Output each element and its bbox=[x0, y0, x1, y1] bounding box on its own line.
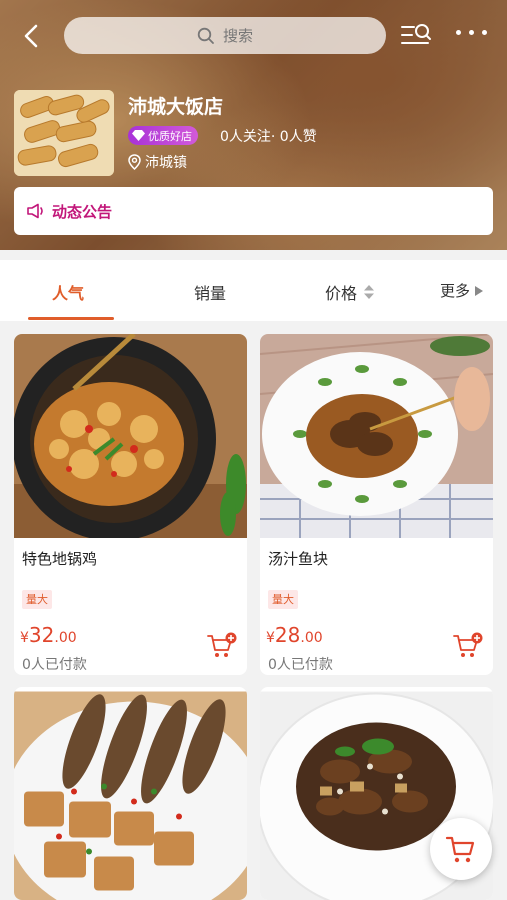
tab-popularity[interactable]: 人气 bbox=[52, 280, 84, 304]
sort-tabs: 人气 销量 价格 更多 bbox=[0, 260, 507, 321]
tab-sales[interactable]: 销量 bbox=[194, 280, 226, 304]
announcement-bar[interactable]: 动态公告 bbox=[14, 187, 493, 235]
top-bar: 搜索 bbox=[0, 16, 507, 56]
price-decimal: .00 bbox=[300, 630, 323, 646]
chevron-left-icon bbox=[24, 24, 38, 48]
product-image-chicken-pot bbox=[14, 334, 247, 538]
price-currency: ¥ bbox=[20, 630, 29, 646]
list-search-icon bbox=[401, 24, 431, 44]
dot-icon bbox=[456, 30, 461, 35]
product-card[interactable] bbox=[14, 687, 247, 900]
dot-icon bbox=[469, 30, 474, 35]
product-sales: 0人已付款 bbox=[268, 657, 333, 673]
shop-location: 沛城镇 bbox=[128, 152, 187, 172]
shop-stats: 0人关注· 0人赞 bbox=[220, 129, 317, 145]
tab-price-label: 价格 bbox=[325, 284, 358, 303]
product-price: ¥32.00 bbox=[20, 623, 77, 647]
search-placeholder: 搜索 bbox=[222, 27, 253, 45]
product-name: 汤汁鱼块 bbox=[268, 550, 329, 568]
more-options-button[interactable] bbox=[456, 30, 492, 40]
badge-label: 优质好店 bbox=[148, 129, 192, 143]
quality-shop-badge: 优质好店 bbox=[128, 126, 198, 145]
tab-more[interactable]: 更多 bbox=[440, 280, 484, 301]
shop-info: 沛城大饭店 优质好店 0人关注· 0人赞 沛城镇 bbox=[14, 90, 494, 176]
product-image-fish-tofu bbox=[14, 691, 247, 900]
megaphone-icon bbox=[27, 203, 43, 219]
announcement-label: 动态公告 bbox=[52, 202, 113, 221]
back-button[interactable] bbox=[16, 20, 46, 52]
active-tab-indicator bbox=[28, 317, 114, 320]
add-to-cart-icon[interactable] bbox=[453, 632, 483, 660]
product-tag: 量大 bbox=[268, 590, 298, 609]
tab-more-label: 更多 bbox=[440, 282, 471, 300]
shopping-cart-icon bbox=[445, 836, 475, 863]
list-search-button[interactable] bbox=[400, 22, 434, 50]
sort-arrows-icon bbox=[364, 285, 375, 299]
shop-logo[interactable] bbox=[14, 90, 114, 176]
diamond-icon bbox=[132, 130, 145, 141]
product-card[interactable]: 特色地锅鸡 量大 ¥32.00 0人已付款 bbox=[14, 334, 247, 675]
price-integer: 28 bbox=[274, 623, 301, 647]
product-name: 特色地锅鸡 bbox=[22, 550, 98, 568]
product-tag: 量大 bbox=[22, 590, 52, 609]
price-decimal: .00 bbox=[54, 630, 77, 646]
search-icon bbox=[197, 27, 214, 44]
product-sales: 0人已付款 bbox=[22, 657, 87, 673]
location-pin-icon bbox=[128, 154, 141, 170]
price-currency: ¥ bbox=[266, 630, 275, 646]
shop-name: 沛城大饭店 bbox=[128, 96, 224, 118]
tab-price[interactable]: 价格 bbox=[325, 280, 375, 304]
search-input[interactable]: 搜索 bbox=[64, 17, 386, 54]
product-price: ¥28.00 bbox=[266, 623, 323, 647]
location-label: 沛城镇 bbox=[145, 155, 187, 171]
dot-icon bbox=[482, 30, 487, 35]
triangle-right-icon bbox=[475, 285, 484, 296]
spring-rolls-image bbox=[14, 90, 114, 176]
add-to-cart-icon[interactable] bbox=[207, 632, 237, 660]
product-card[interactable]: 汤汁鱼块 量大 ¥28.00 0人已付款 bbox=[260, 334, 493, 675]
price-integer: 32 bbox=[28, 623, 55, 647]
product-image-fish-soup bbox=[260, 334, 493, 538]
floating-cart-button[interactable] bbox=[430, 818, 492, 880]
product-grid: 特色地锅鸡 量大 ¥32.00 0人已付款 汤汁鱼块 量大 ¥28.00 0人已… bbox=[0, 321, 507, 900]
